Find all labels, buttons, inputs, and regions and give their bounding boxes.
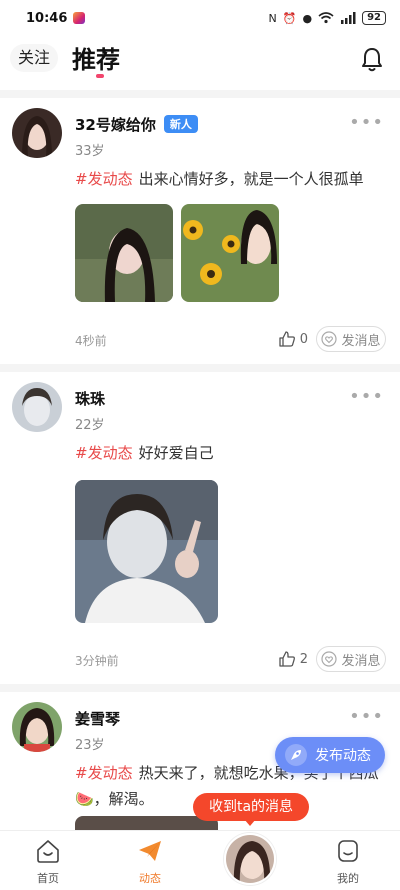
nav-item-mine[interactable]: 我的	[318, 837, 378, 886]
divider	[0, 684, 400, 692]
post-author-name[interactable]: 姜雪琴	[75, 708, 120, 729]
feed[interactable]: 32号嫁给你 新人 33岁 ••• #发动态 出来心情好多，就是一个人很孤单 4秒前…	[0, 90, 400, 830]
post-photo[interactable]	[75, 816, 218, 830]
battery-indicator: 92	[362, 11, 386, 25]
tab-recommend[interactable]: 推荐	[72, 40, 120, 75]
more-options-icon[interactable]: •••	[349, 706, 384, 727]
avatar[interactable]	[12, 702, 62, 752]
status-time: 10:46	[26, 10, 68, 26]
thumbs-up-icon	[279, 651, 295, 667]
more-options-icon[interactable]: •••	[349, 112, 384, 133]
heart-chat-icon	[321, 331, 338, 347]
active-tab-indicator	[96, 74, 104, 78]
post-hashtag[interactable]: #发动态	[75, 444, 133, 462]
author-name-text: 32号嫁给你	[75, 116, 156, 134]
nav-center-avatar[interactable]	[224, 833, 276, 885]
post-card[interactable]: 珠珠 22岁 ••• #发动态 好好爱自己 3分钟前 2 发消息	[0, 372, 400, 684]
nav-item-home[interactable]: 首页	[18, 837, 78, 886]
author-name-text: 姜雪琴	[75, 710, 121, 728]
tab-follow[interactable]: 关注	[10, 44, 58, 72]
post-time: 4秒前	[75, 334, 107, 348]
post-author-name[interactable]: 珠珠	[75, 388, 105, 409]
divider	[0, 364, 400, 372]
profile-icon	[338, 840, 358, 862]
send-message-label: 发消息	[341, 333, 381, 349]
bell-icon[interactable]	[360, 46, 384, 74]
post-author-age: 33岁	[75, 144, 105, 159]
rocket-icon	[285, 744, 307, 766]
post-time: 3分钟前	[75, 654, 119, 668]
post-author-name[interactable]: 32号嫁给你 新人	[75, 114, 198, 135]
more-options-icon[interactable]: •••	[349, 386, 384, 407]
home-icon	[37, 840, 59, 863]
tip-arrow	[244, 819, 256, 826]
post-text: #发动态 出来心情好多，就是一个人很孤单	[75, 166, 388, 192]
send-message-label: 发消息	[341, 653, 381, 669]
post-text: #发动态 好好爱自己	[75, 440, 388, 466]
instagram-notification-icon	[73, 12, 86, 24]
wifi-icon	[318, 12, 334, 24]
nfc-icon: N	[268, 11, 277, 25]
paper-plane-icon	[139, 841, 161, 861]
heart-chat-icon	[321, 651, 338, 667]
post-card[interactable]: 32号嫁给你 新人 33岁 ••• #发动态 出来心情好多，就是一个人很孤单 4秒前…	[0, 98, 400, 364]
status-bar: 10:46 N ⏰ ● 92	[0, 0, 400, 36]
location-icon: ●	[302, 11, 313, 25]
post-body-text: 好好爱自己	[138, 444, 214, 462]
nav-item-moments[interactable]: 动态	[120, 837, 180, 886]
signal-icon	[341, 12, 356, 24]
post-hashtag[interactable]: #发动态	[75, 764, 133, 782]
top-nav: 关注 推荐	[0, 36, 400, 90]
bottom-nav: 首页 动态 我的	[0, 830, 400, 890]
nav-label-mine: 我的	[337, 872, 359, 885]
avatar[interactable]	[12, 108, 62, 158]
post-photo[interactable]	[75, 480, 218, 623]
publish-post-label: 发布动态	[315, 748, 371, 764]
post-author-age: 22岁	[75, 418, 105, 433]
alarm-icon: ⏰	[282, 11, 297, 25]
send-message-button[interactable]: 发消息	[316, 326, 386, 352]
avatar[interactable]	[12, 382, 62, 432]
post-photo[interactable]	[75, 204, 173, 302]
author-name-text: 珠珠	[75, 390, 106, 408]
publish-post-button[interactable]: 发布动态	[275, 737, 385, 773]
status-icons: N ⏰ ● 92	[269, 11, 386, 25]
like-button[interactable]: 0	[278, 330, 308, 348]
nav-label-home: 首页	[37, 872, 59, 885]
post-author-age: 23岁	[75, 738, 105, 753]
post-body-text: 出来心情好多，就是一个人很孤单	[138, 170, 364, 188]
thumbs-up-icon	[279, 331, 295, 347]
message-received-tip[interactable]: 收到ta的消息	[193, 793, 309, 821]
like-count: 2	[299, 651, 308, 667]
divider	[0, 90, 400, 98]
like-button[interactable]: 2	[278, 650, 308, 668]
nav-label-moments: 动态	[139, 872, 161, 885]
new-user-badge: 新人	[163, 115, 198, 133]
like-count: 0	[299, 331, 308, 347]
post-hashtag[interactable]: #发动态	[75, 170, 133, 188]
post-photo[interactable]	[181, 204, 279, 302]
send-message-button[interactable]: 发消息	[316, 646, 386, 672]
